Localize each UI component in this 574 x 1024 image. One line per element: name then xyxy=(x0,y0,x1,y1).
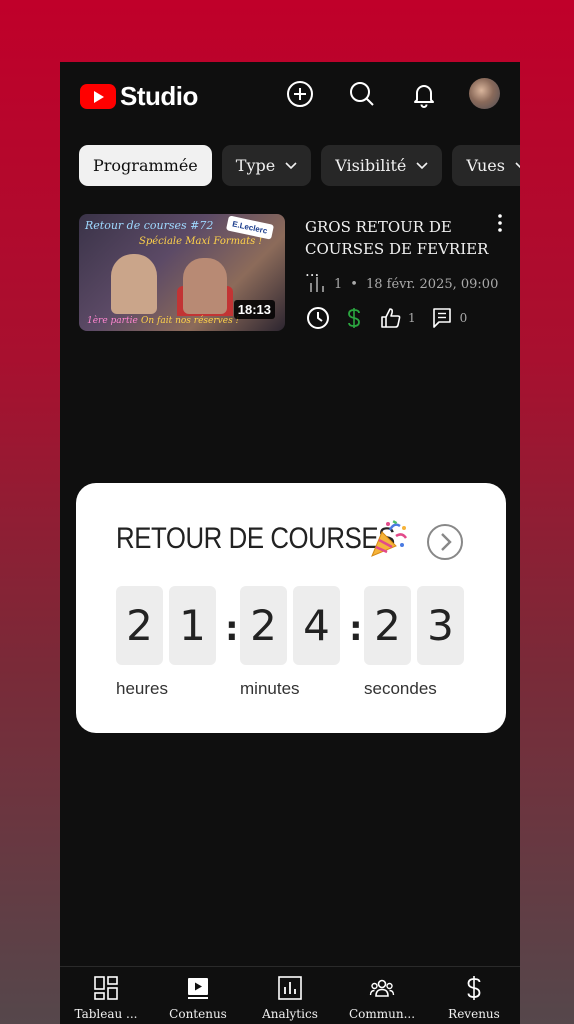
scheduled-date: 18 févr. 2025, 09:00 xyxy=(365,276,499,292)
chevron-down-icon xyxy=(416,161,428,169)
seconds-label: secondes xyxy=(364,679,437,698)
like-count: 1 xyxy=(408,311,416,325)
content-icon xyxy=(188,978,208,999)
countdown-title: RETOUR DE COURSES xyxy=(116,522,395,555)
minutes-ones-digit: 4 xyxy=(293,586,340,665)
filter-chips: Programmée Type Visibilité Vues xyxy=(79,145,520,186)
create-icon[interactable] xyxy=(286,80,314,108)
nav-revenus[interactable]: Revenus xyxy=(428,967,520,1024)
view-count: 1 xyxy=(334,276,343,292)
views-bar-icon xyxy=(310,277,324,292)
chevron-right-icon[interactable] xyxy=(426,523,464,561)
chip-visibilite[interactable]: Visibilité xyxy=(321,145,443,186)
comment-icon xyxy=(432,308,451,328)
studio-logo[interactable]: Studio xyxy=(80,81,198,112)
seconds-tens-digit: 2 xyxy=(364,586,411,665)
nav-contenus[interactable]: Contenus xyxy=(152,967,244,1024)
notifications-icon[interactable] xyxy=(410,80,438,108)
youtube-logo-icon xyxy=(80,84,116,109)
nav-label: Analytics xyxy=(262,1007,318,1021)
chevron-down-icon xyxy=(285,161,297,169)
comment-count: 0 xyxy=(459,311,468,325)
bottom-navigation: Tableau ... Contenus Analytics Commun...… xyxy=(60,966,520,1024)
chevron-down-icon xyxy=(515,161,520,168)
search-icon[interactable] xyxy=(348,80,376,108)
video-meta: 1 • 18 févr. 2025, 09:00 xyxy=(308,275,498,293)
revenue-icon xyxy=(467,976,481,1000)
time-separator: : xyxy=(225,609,239,649)
nav-label: Commun... xyxy=(348,1007,416,1021)
chip-label: Programmée xyxy=(93,156,198,175)
video-title-line: GROS RETOUR DE xyxy=(305,218,452,236)
more-options-icon[interactable] xyxy=(494,212,506,234)
time-separator: : xyxy=(349,609,363,649)
seconds-ones-digit: 3 xyxy=(417,586,464,665)
nav-analytics[interactable]: Analytics xyxy=(244,967,336,1024)
community-icon xyxy=(369,979,395,997)
thumbnail-subtitle: Spéciale Maxi Formats ! xyxy=(139,236,263,247)
avatar[interactable] xyxy=(469,78,500,109)
scheduled-status[interactable] xyxy=(306,306,330,330)
nav-tableau[interactable]: Tableau ... xyxy=(60,967,152,1024)
chip-vues[interactable]: Vues xyxy=(452,145,520,186)
nav-label: Tableau ... xyxy=(74,1007,138,1021)
minutes-label: minutes xyxy=(240,679,300,698)
nav-communaute[interactable]: Commun... xyxy=(336,967,428,1024)
app-header: Studio xyxy=(60,62,520,126)
meta-separator: • xyxy=(350,276,358,292)
chip-programmee[interactable]: Programmée xyxy=(79,145,212,186)
dollar-icon xyxy=(348,308,360,328)
dashboard-icon xyxy=(94,976,118,1000)
video-thumbnail[interactable]: Retour de courses #72 Spéciale Maxi Form… xyxy=(79,214,285,331)
thumbnail-tagline: On fait nos réserves ! xyxy=(141,316,240,326)
countdown-sticker[interactable]: RETOUR DE COURSES 2 1 : 2 4 : 2 3 heures… xyxy=(76,483,506,733)
hours-ones-digit: 1 xyxy=(169,586,216,665)
analytics-icon xyxy=(278,976,302,1000)
chip-label: Vues xyxy=(466,156,505,175)
likes-stat[interactable]: 1 xyxy=(380,307,416,329)
monetization-status[interactable] xyxy=(346,306,362,330)
app-name: Studio xyxy=(120,81,198,111)
video-stats: 1 0 xyxy=(306,306,467,330)
thumbnail-person xyxy=(111,254,157,314)
thumbs-up-icon xyxy=(381,308,401,328)
nav-label: Contenus xyxy=(169,1007,227,1021)
thumbnail-title: Retour de courses #72 xyxy=(85,219,214,232)
video-duration: 18:13 xyxy=(233,300,275,319)
party-popper-icon xyxy=(371,520,408,557)
video-title[interactable]: GROS RETOUR DE COURSES DE FEVRIER ... xyxy=(305,216,495,282)
thumbnail-part: 1ère partie xyxy=(87,316,138,326)
clock-icon xyxy=(307,307,329,329)
thumbnail-person xyxy=(183,258,227,314)
chip-label: Type xyxy=(235,156,276,175)
hours-tens-digit: 2 xyxy=(116,586,163,665)
minutes-tens-digit: 2 xyxy=(240,586,287,665)
nav-label: Revenus xyxy=(448,1007,500,1021)
comments-stat[interactable]: 0 xyxy=(432,307,468,329)
chip-type[interactable]: Type xyxy=(221,145,312,186)
hours-label: heures xyxy=(116,679,168,698)
chip-label: Visibilité xyxy=(335,156,407,175)
